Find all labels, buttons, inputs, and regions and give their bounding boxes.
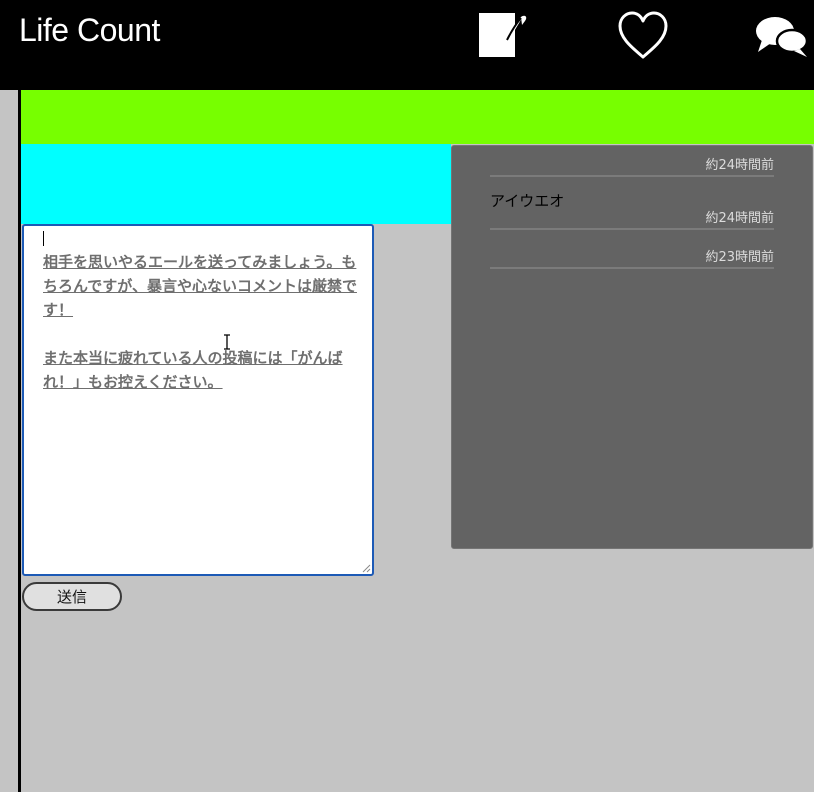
comment-timestamp: 約24時間前 (705, 211, 774, 226)
comment-timestamp: 約23時間前 (705, 250, 774, 265)
comment-item: アイウエオ 約24時間前 (490, 192, 774, 230)
comment-textarea[interactable]: 相手を思いやるエールを送ってみましょう。もちろんですが、暴言や心ないコメントは厳… (22, 224, 374, 576)
i-beam-cursor-icon (224, 334, 230, 350)
comment-timestamp: 約24時間前 (705, 158, 774, 173)
comment-text: アイウエオ (490, 192, 565, 210)
comment-item: 約24時間前 (490, 157, 774, 177)
app-title: Life Count (19, 12, 160, 48)
write-icon[interactable] (477, 11, 531, 59)
heart-icon[interactable] (616, 9, 670, 63)
text-caret (43, 231, 44, 246)
submit-button[interactable]: 送信 (22, 582, 122, 611)
comment-item: 約23時間前 (490, 249, 774, 269)
comment-placeholder: 相手を思いやるエールを送ってみましょう。もちろんですが、暴言や心ないコメントは厳… (43, 253, 357, 391)
comments-panel: 約24時間前 アイウエオ 約24時間前 約23時間前 (451, 145, 813, 549)
cyan-banner (21, 144, 451, 224)
resize-grip-icon[interactable] (362, 564, 371, 573)
top-bar: Life Count (0, 0, 814, 90)
chat-bubbles-icon[interactable] (754, 13, 810, 59)
green-banner (21, 90, 814, 144)
